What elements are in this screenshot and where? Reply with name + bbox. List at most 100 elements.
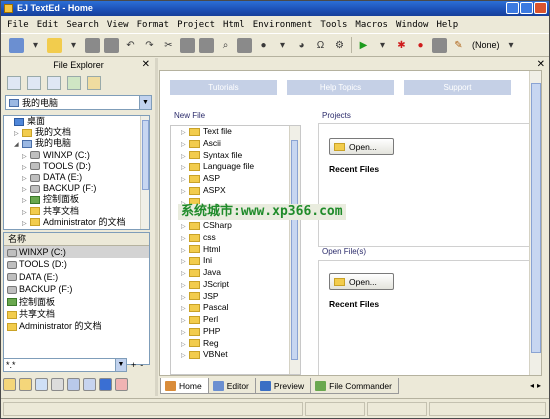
replace-icon[interactable] xyxy=(237,37,252,53)
tab-file-commander[interactable]: File Commander xyxy=(310,378,399,394)
add-filter-icon[interactable]: + xyxy=(131,360,136,370)
new-file-item[interactable]: ▷ ASP xyxy=(171,173,300,185)
rename-file-icon[interactable] xyxy=(83,377,96,391)
highlighter-dropdown-icon[interactable]: ▾ xyxy=(504,38,519,53)
menu-format[interactable]: Format xyxy=(133,20,174,30)
move-file-icon[interactable] xyxy=(67,377,80,391)
save-icon[interactable] xyxy=(85,37,100,53)
list-item[interactable]: DATA (E:) xyxy=(4,271,149,283)
cut-icon[interactable]: ✂ xyxy=(161,38,176,53)
list-item[interactable]: TOOLS (D:) xyxy=(4,258,149,270)
new-file-item[interactable]: ▷ JScript xyxy=(171,279,300,291)
tree-item[interactable]: ▷ Administrator 的文档 xyxy=(4,217,149,228)
explorer-settings-icon[interactable] xyxy=(87,76,101,90)
drive-selector[interactable]: 我的电脑 ▼ xyxy=(5,95,152,110)
menu-search[interactable]: Search xyxy=(62,20,103,30)
expand-toggle-icon[interactable]: ▷ xyxy=(22,219,30,229)
close-button[interactable] xyxy=(534,2,547,14)
expand-toggle-icon[interactable]: ▷ xyxy=(181,351,189,363)
menu-window[interactable]: Window xyxy=(392,20,433,30)
tab-preview[interactable]: Preview xyxy=(254,378,312,394)
menu-environment[interactable]: Environment xyxy=(249,20,317,30)
macro-stop-icon[interactable]: ● xyxy=(413,38,428,53)
menu-macros[interactable]: Macros xyxy=(351,20,392,30)
tree-item[interactable]: ▷ BACKUP (F:) xyxy=(4,183,149,194)
new-file-item[interactable]: ▷ Language file xyxy=(171,161,300,173)
tab-editor[interactable]: Editor xyxy=(207,378,256,394)
tree-item[interactable]: ◢ 我的电脑 xyxy=(4,138,149,149)
undo-icon[interactable]: ↶ xyxy=(123,38,138,53)
new-file-item[interactable]: ▷ Html xyxy=(171,244,300,256)
new-file-item[interactable]: ▷ PHP xyxy=(171,326,300,338)
new-file-item[interactable]: ▷ JSP xyxy=(171,291,300,303)
open-project-button[interactable]: Open... xyxy=(329,138,394,155)
open-dropdown-icon[interactable]: ▾ xyxy=(66,38,81,53)
tab-support[interactable]: Support xyxy=(404,80,511,95)
save-all-icon[interactable] xyxy=(104,37,119,53)
menu-project[interactable]: Project xyxy=(173,20,219,30)
list-item[interactable]: Administrator 的文档 xyxy=(4,320,149,332)
drives-icon[interactable] xyxy=(7,76,21,90)
menu-view[interactable]: View xyxy=(103,20,133,30)
new-file-item[interactable]: ▷ Reg xyxy=(171,338,300,350)
tree-item[interactable]: ▷ WINXP (C:) xyxy=(4,150,149,161)
bookmark-icon[interactable]: ◕ xyxy=(294,38,309,53)
tree-item[interactable]: ▷ DATA (E:) xyxy=(4,172,149,183)
close-panel-icon[interactable]: ✕ xyxy=(142,58,150,72)
new-file-item[interactable]: ▷ Perl xyxy=(171,314,300,326)
redo-icon[interactable]: ↷ xyxy=(142,38,157,53)
open-file-button[interactable]: Open... xyxy=(329,273,394,290)
tree-item[interactable]: ▷ 控制面板 xyxy=(4,194,149,205)
new-folder-icon[interactable] xyxy=(35,377,48,391)
new-file-item[interactable]: ▷ Ascii xyxy=(171,138,300,150)
tree-scrollbar[interactable] xyxy=(140,116,149,229)
remove-filter-icon[interactable]: - xyxy=(140,360,143,370)
new-dropdown-icon[interactable]: ▾ xyxy=(28,38,43,53)
list-item[interactable]: 共享文档 xyxy=(4,308,149,320)
tree-item[interactable]: 桌面 xyxy=(4,116,149,127)
new-file-icon[interactable] xyxy=(9,37,24,53)
open-file-icon[interactable] xyxy=(3,377,16,391)
tree-item[interactable]: ▷ 我的文档 xyxy=(4,127,149,138)
macro-record-icon[interactable]: ✱ xyxy=(394,38,409,53)
scroll-left-icon[interactable]: ◂ xyxy=(530,381,534,390)
list-header-name[interactable]: 名称 xyxy=(4,233,149,246)
new-file-item[interactable]: ▷ Text file xyxy=(171,126,300,138)
list-item[interactable]: WINXP (C:) xyxy=(4,246,149,259)
tab-tutorials[interactable]: Tutorials xyxy=(170,80,277,95)
new-file-item[interactable]: ▷ CSharp xyxy=(171,220,300,232)
new-file-scrollbar[interactable] xyxy=(289,126,300,374)
menu-edit[interactable]: Edit xyxy=(33,20,63,30)
new-file-item[interactable]: ▷ Java xyxy=(171,267,300,279)
delete-file-icon[interactable] xyxy=(99,377,112,391)
list-item[interactable]: BACKUP (F:) xyxy=(4,283,149,295)
home-scrollbar[interactable] xyxy=(529,71,541,375)
up-folder-icon[interactable] xyxy=(67,76,81,90)
highlighter-select[interactable]: (None) xyxy=(472,40,500,50)
maximize-button[interactable] xyxy=(520,2,533,14)
list-item[interactable]: 控制面板 xyxy=(4,296,149,308)
new-file-item[interactable]: ▷ ASPX xyxy=(171,185,300,197)
special-char-icon[interactable]: Ω xyxy=(313,38,328,53)
file-filter-input[interactable]: *.* ▼ xyxy=(3,358,127,372)
goto-dropdown-icon[interactable]: ▾ xyxy=(275,38,290,53)
tab-home[interactable]: Home xyxy=(160,378,209,394)
chevron-down-icon[interactable]: ▼ xyxy=(139,96,151,109)
copy-icon[interactable] xyxy=(180,37,195,53)
menu-file[interactable]: File xyxy=(3,20,33,30)
menu-help[interactable]: Help xyxy=(432,20,462,30)
view-mode-icon[interactable] xyxy=(47,76,61,90)
filter-chevron-down-icon[interactable]: ▼ xyxy=(115,359,126,371)
find-icon[interactable]: ⌕ xyxy=(218,38,233,53)
menu-tools[interactable]: Tools xyxy=(316,20,351,30)
open-with-icon[interactable] xyxy=(19,377,32,391)
open-folder-icon[interactable] xyxy=(47,37,62,53)
menu-html[interactable]: Html xyxy=(219,20,249,30)
tab-help-topics[interactable]: Help Topics xyxy=(287,80,394,95)
close-document-icon[interactable]: ✕ xyxy=(537,59,545,70)
copy-file-icon[interactable] xyxy=(51,377,64,391)
macro-play-icon[interactable] xyxy=(432,37,447,53)
new-file-item[interactable]: ▷ Ini xyxy=(171,255,300,267)
new-file-item[interactable]: ▷ Syntax file xyxy=(171,150,300,162)
settings-gear-icon[interactable]: ⚙ xyxy=(332,38,347,53)
